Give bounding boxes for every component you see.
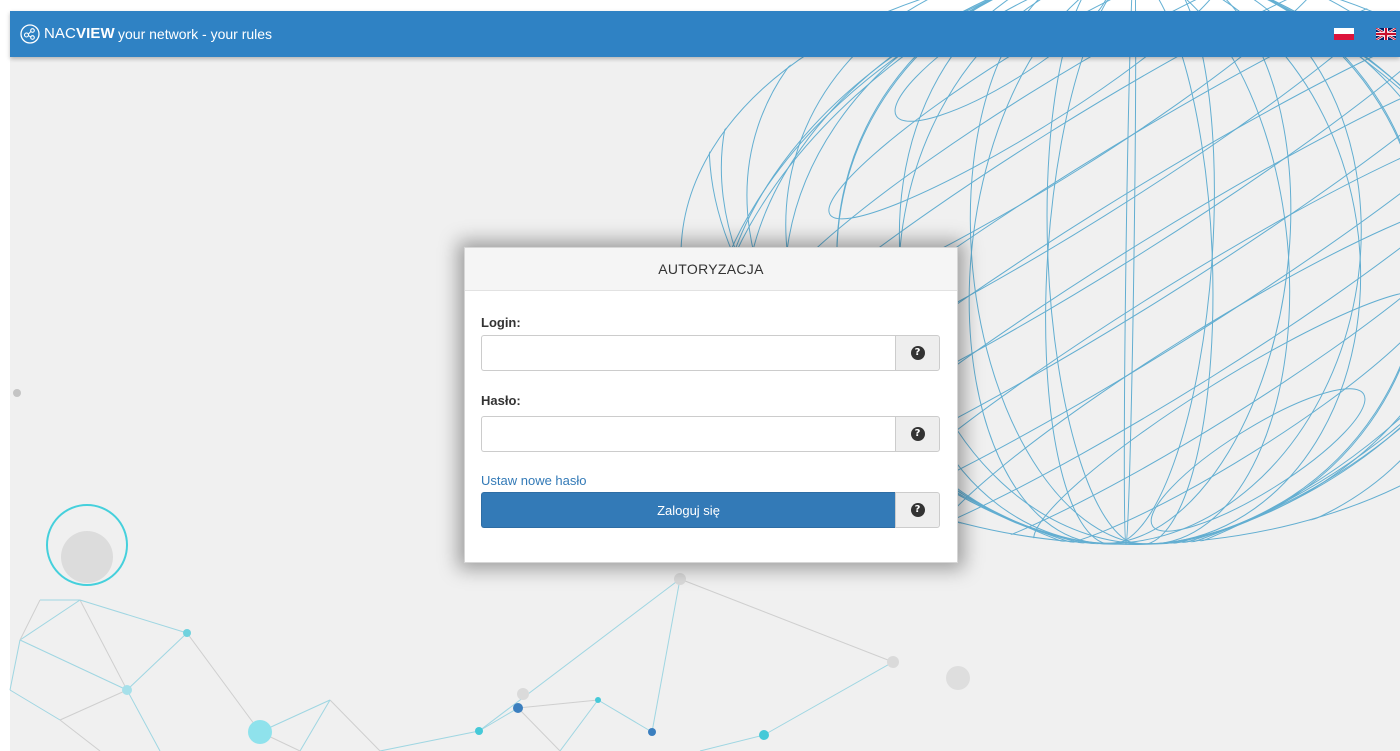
login-panel-header: AUTORYZACJA <box>465 248 957 291</box>
network-link-line <box>9 639 21 691</box>
login-help-button[interactable]: ? <box>895 335 940 371</box>
network-link-line <box>329 699 381 751</box>
network-link-line <box>59 689 128 721</box>
network-link-line <box>517 699 599 709</box>
question-circle-icon: ? <box>910 427 925 441</box>
cyan-node <box>248 720 272 744</box>
network-link-line <box>9 689 61 721</box>
password-help-button[interactable]: ? <box>895 416 940 452</box>
uk-flag-icon[interactable] <box>1376 28 1396 40</box>
cyan-node <box>475 727 483 735</box>
network-link-line <box>186 632 261 733</box>
network-link-line <box>126 689 161 751</box>
network-link-line <box>59 719 101 751</box>
login-submit-button[interactable]: Zaloguj się <box>481 492 895 528</box>
network-link-line <box>19 639 128 691</box>
network-link-line <box>478 578 681 732</box>
question-circle-icon: ? <box>910 346 925 360</box>
network-link-line <box>79 599 188 634</box>
submit-group: Zaloguj się ? <box>481 492 940 528</box>
login-panel-title: AUTORYZACJA <box>658 261 764 277</box>
network-link-line <box>517 707 561 751</box>
login-field-group: ? <box>481 335 940 371</box>
network-link-line <box>379 730 480 751</box>
globe-meridian-line <box>1123 0 1137 545</box>
poland-flag-icon[interactable] <box>1334 28 1354 40</box>
network-link-line <box>79 599 128 691</box>
login-input[interactable] <box>481 335 895 371</box>
network-link-line <box>597 699 653 733</box>
network-link-line <box>679 578 894 663</box>
network-link-line <box>651 578 681 733</box>
app-tagline: your network - your rules <box>118 26 273 42</box>
blue-node <box>648 728 656 736</box>
top-header-bar: NACVIEW your network - your rules <box>10 11 1400 57</box>
blue-node <box>513 703 523 713</box>
login-panel: AUTORYZACJA Login: ? Hasło: ? Ustaw nowe… <box>464 247 958 563</box>
network-link-line <box>763 661 894 736</box>
network-link-line <box>126 632 188 691</box>
small-gray-node <box>13 389 21 397</box>
large-gray-node <box>61 531 113 583</box>
reset-password-link[interactable]: Ustaw nowe hasło <box>481 473 587 488</box>
network-link-line <box>559 699 599 751</box>
cyan-node <box>183 629 191 637</box>
cyan-node <box>759 730 769 740</box>
submit-help-button[interactable]: ? <box>895 492 940 528</box>
login-label: Login: <box>481 315 521 330</box>
password-label: Hasło: <box>481 393 521 408</box>
network-link-line <box>19 599 81 641</box>
cyan-node <box>595 697 601 703</box>
question-circle-icon: ? <box>910 503 925 517</box>
app-logo-text: NACVIEW <box>44 25 115 42</box>
cyan-node <box>122 685 132 695</box>
network-link-line <box>478 707 519 732</box>
globe-parallel-line <box>928 200 1400 545</box>
password-field-group: ? <box>481 416 940 452</box>
gray-node <box>946 666 970 690</box>
network-nodes-graphic <box>9 578 894 751</box>
network-link-line <box>699 734 765 751</box>
password-input[interactable] <box>481 416 895 452</box>
nacview-logo-icon <box>20 24 40 44</box>
gray-node <box>674 573 686 585</box>
globe-parallel-line <box>1150 388 1366 532</box>
gray-node <box>887 656 899 668</box>
gray-node <box>517 688 529 700</box>
network-link-line <box>19 599 41 641</box>
network-link-line <box>299 699 331 751</box>
